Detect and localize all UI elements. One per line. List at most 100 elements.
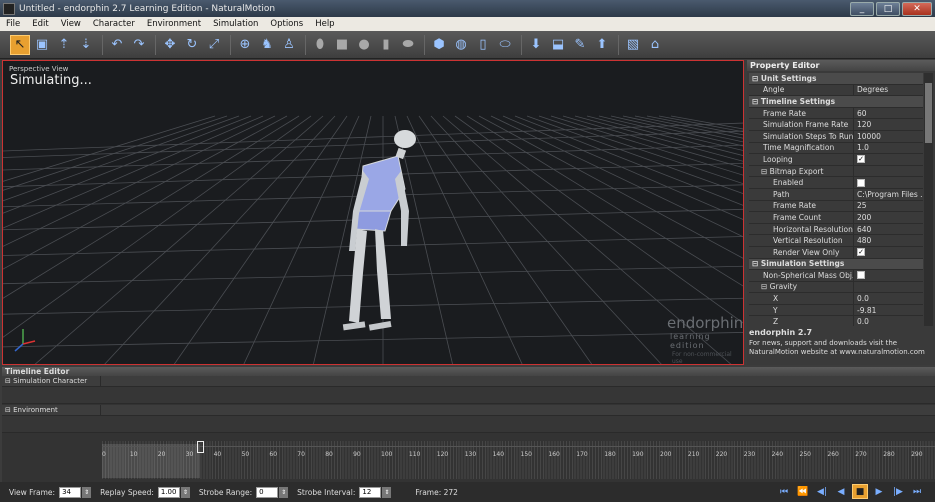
pin-icon[interactable]: ⬇: [526, 35, 546, 55]
track-lane[interactable]: [2, 416, 935, 433]
maximize-button[interactable]: □: [876, 1, 900, 16]
track-environment[interactable]: ⊟ Environment: [2, 405, 935, 416]
pose-icon[interactable]: ♙: [279, 35, 299, 55]
property-checkbox[interactable]: ✓: [857, 155, 865, 164]
perspective-viewport[interactable]: Perspective View Simulating... endorphin…: [2, 60, 744, 365]
strobe-interval-input[interactable]: [359, 486, 382, 498]
property-info: endorphin 2.7 For news, support and down…: [749, 328, 933, 357]
brush-icon[interactable]: ✎: [570, 35, 590, 55]
export-icon[interactable]: ⇣: [76, 35, 96, 55]
property-section[interactable]: ⊟ Simulation Settings: [749, 258, 923, 271]
view-frame-spinner[interactable]: ⇕: [82, 486, 92, 498]
menu-file[interactable]: File: [0, 19, 26, 29]
property-value[interactable]: [853, 177, 923, 188]
save-icon[interactable]: ▣: [32, 35, 52, 55]
play-reverse-button[interactable]: ◀: [833, 484, 849, 499]
strobe-range-field: Strobe Range: ⇕: [199, 486, 289, 498]
playback-controls: View Frame: ⇕ Replay Speed: ⇕ Strobe Ran…: [0, 482, 935, 502]
property-key: Vertical Resolution: [773, 236, 843, 246]
character-icon[interactable]: ♞: [257, 35, 277, 55]
select-icon[interactable]: ↖: [10, 34, 30, 55]
property-row[interactable]: ⊟ Bitmap Export: [749, 165, 923, 178]
menu-edit[interactable]: Edit: [26, 19, 54, 29]
box-icon[interactable]: ■: [332, 35, 352, 55]
property-checkbox[interactable]: [857, 271, 865, 280]
playhead-marker[interactable]: [197, 441, 204, 453]
property-row: Time Magnification 1.0: [749, 142, 923, 155]
scrollbar-thumb[interactable]: [925, 83, 932, 143]
property-scrollbar[interactable]: [924, 73, 933, 326]
shield-icon[interactable]: ⬢: [429, 35, 449, 55]
property-section[interactable]: ⊟ Timeline Settings: [749, 96, 923, 108]
property-value[interactable]: 0.0: [853, 316, 923, 326]
step-back-button[interactable]: ◀|: [814, 484, 830, 499]
property-value[interactable]: 480: [853, 235, 923, 246]
view-frame-input[interactable]: [59, 486, 82, 498]
track-label: ⊟ Environment: [5, 405, 101, 416]
property-section[interactable]: ⊟ Unit Settings: [749, 73, 923, 85]
import-icon[interactable]: ⇡: [54, 35, 74, 55]
stop-button[interactable]: ■: [852, 484, 868, 499]
scale-icon[interactable]: ⤢: [204, 35, 224, 55]
capsule-icon[interactable]: ⬮: [310, 35, 330, 55]
property-value[interactable]: [853, 270, 923, 281]
property-value[interactable]: Degrees: [853, 84, 923, 96]
property-value[interactable]: 1.0: [853, 142, 923, 154]
replay-speed-spinner[interactable]: ⇕: [180, 486, 190, 498]
go-to-end-button[interactable]: ⏭: [909, 484, 925, 499]
ellipsoid-icon[interactable]: ⬬: [398, 35, 418, 55]
frame-ruler[interactable]: 0 10 20 30 40 50 60 70 80 90 100 110 120 130 140 150 160…: [102, 441, 935, 479]
property-key: Horizontal Resolution: [773, 224, 853, 234]
property-value[interactable]: 60: [853, 107, 923, 119]
play-button[interactable]: ▶: [871, 484, 887, 499]
link-icon[interactable]: ⬭: [495, 35, 515, 55]
key-icon[interactable]: ⬓: [548, 35, 568, 55]
property-row[interactable]: ⊟ Gravity: [749, 281, 923, 294]
property-value[interactable]: 120: [853, 119, 923, 130]
property-value[interactable]: -9.81: [853, 304, 923, 316]
close-button[interactable]: ✕: [902, 1, 932, 16]
property-value[interactable]: 200: [853, 212, 923, 223]
step-forward-button[interactable]: |▶: [890, 484, 906, 499]
property-value[interactable]: 25: [853, 200, 923, 212]
menu-view[interactable]: View: [55, 19, 87, 29]
track-lane[interactable]: [2, 387, 935, 404]
property-value[interactable]: ✓: [853, 246, 923, 258]
property-key: Non-Spherical Mass Obj...: [763, 270, 853, 280]
menu-character[interactable]: Character: [87, 19, 141, 29]
cylinder-icon[interactable]: ▮: [376, 35, 396, 55]
property-editor-title: Property Editor: [747, 60, 935, 71]
property-value[interactable]: [853, 281, 923, 293]
joint-icon[interactable]: ⊕: [235, 35, 255, 55]
camera-icon[interactable]: ⌂: [645, 35, 665, 55]
strobe-range-spinner[interactable]: ⇕: [279, 486, 289, 498]
globe-icon[interactable]: ◍: [451, 35, 471, 55]
property-value[interactable]: C:\Program Files ...: [853, 188, 923, 200]
menu-options[interactable]: Options: [264, 19, 309, 29]
property-value[interactable]: 10000: [853, 130, 923, 142]
redo-icon[interactable]: ↷: [129, 35, 149, 55]
rotate-icon[interactable]: ↻: [182, 35, 202, 55]
menu-environment[interactable]: Environment: [141, 19, 207, 29]
paint-icon[interactable]: ⬆: [592, 35, 612, 55]
track-simulation-character[interactable]: ⊟ Simulation Character: [2, 376, 935, 387]
property-checkbox[interactable]: [857, 178, 865, 187]
property-value[interactable]: ✓: [853, 154, 923, 165]
strobe-interval-spinner[interactable]: ⇕: [382, 486, 392, 498]
property-value[interactable]: [853, 165, 923, 177]
go-to-start-button[interactable]: ⏮: [776, 484, 792, 499]
undo-icon[interactable]: ↶: [107, 35, 127, 55]
pillar-icon[interactable]: ▯: [473, 35, 493, 55]
menu-help[interactable]: Help: [309, 19, 340, 29]
property-checkbox[interactable]: ✓: [857, 248, 865, 257]
minimize-button[interactable]: _: [850, 1, 874, 16]
property-value[interactable]: 0.0: [853, 293, 923, 304]
replay-speed-input[interactable]: [157, 486, 180, 498]
menu-simulation[interactable]: Simulation: [207, 19, 264, 29]
rewind-button[interactable]: ⏪: [795, 484, 811, 499]
sphere-icon[interactable]: ●: [354, 35, 374, 55]
move-icon[interactable]: ✥: [160, 35, 180, 55]
strobe-range-input[interactable]: [256, 486, 279, 498]
image-icon[interactable]: ▧: [623, 35, 643, 55]
property-value[interactable]: 640: [853, 223, 923, 235]
